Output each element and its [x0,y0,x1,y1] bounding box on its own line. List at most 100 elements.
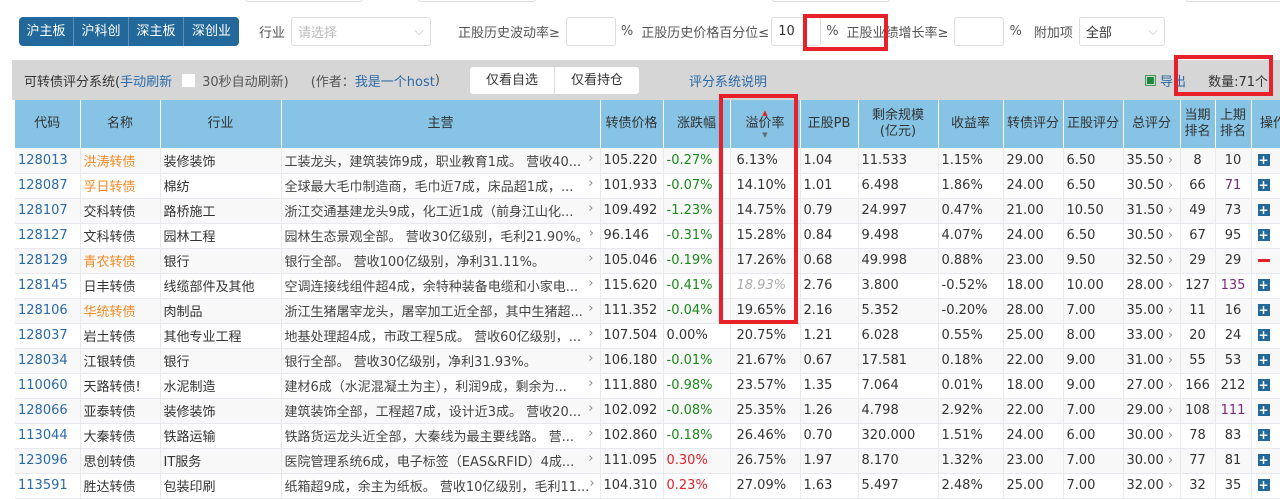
chevron-right-icon[interactable]: › [1168,278,1173,293]
bond-code[interactable]: 128066 [15,398,81,424]
add-watchlist-icon[interactable]: + [1257,204,1270,216]
table-row[interactable]: 128145 日丰转债 线缆部件及其他 空调连接线组件超4成，余特种装备电缆和小家电.… [15,273,1280,299]
bond-code[interactable]: 128127 [15,223,81,249]
chevron-right-icon[interactable]: › [1168,453,1173,468]
column-header[interactable]: 上期 排名 [1215,100,1252,148]
bond-code[interactable]: 113591 [15,473,81,499]
table-row[interactable]: 128013 洪涛转债 装修装饰 工装龙头，建筑装饰9成，职业教育1成。 营收40..… [15,148,1280,174]
add-watchlist-icon[interactable]: + [1257,229,1270,241]
bond-code[interactable]: 128129 [15,248,81,274]
column-header[interactable]: 代码 [15,100,81,148]
chevron-right-icon[interactable]: › [1168,303,1173,318]
chevron-right-icon[interactable]: › [588,251,593,270]
add-watchlist-icon[interactable]: + [1257,329,1270,341]
add-watchlist-icon[interactable]: + [1257,379,1270,391]
chevron-right-icon[interactable]: › [589,226,594,245]
table-row[interactable]: 128107 交科转债 路桥施工 浙江交通基建龙头9成，化工近1成（前身江山化... ›… [15,198,1280,224]
table-row[interactable]: 128106 华统转债 肉制品 浙江生猪屠宰龙头，屠宰加工近全部，其中生猪超... › 1… [15,298,1280,324]
manual-refresh-link[interactable]: 手动刷新 [120,71,172,90]
add-watchlist-icon[interactable]: + [1257,153,1270,166]
add-watchlist-icon[interactable]: + [1257,429,1270,441]
chevron-right-icon[interactable]: › [588,151,593,170]
chevron-right-icon[interactable]: › [588,351,593,370]
chevron-right-icon[interactable]: › [589,476,594,495]
table-row[interactable]: 128129 青农转债 银行 银行全部。 营收100亿级别，净利31.11%。 › 105… [15,248,1280,274]
table-row[interactable]: 128127 文科转债 园林工程 园林生态景观全部。 营收30亿级别，毛利21.90%… [15,223,1280,249]
chevron-right-icon[interactable]: › [1168,378,1173,393]
column-header[interactable]: 主营 [281,100,601,148]
industry-select[interactable]: 请选择 ⌵ [291,16,432,46]
table-row[interactable]: 113591 胜达转债 包装印刷 纸箱超9成，余主为纸板。 营收10亿级别，毛利11.… [15,473,1280,499]
table-row[interactable]: 123096 思创转债 IT服务 医院管理系统6成，电子标签（EAS&RFID）4成.… [15,448,1280,474]
remove-watchlist-icon[interactable] [1257,259,1270,262]
chevron-right-icon[interactable]: › [1168,328,1173,343]
bond-code[interactable]: 128106 [15,298,81,324]
chevron-right-icon[interactable]: › [588,426,593,445]
column-header[interactable]: 正股评分 [1063,100,1124,148]
bond-code[interactable]: 128037 [15,323,81,349]
chevron-right-icon[interactable]: › [1168,228,1173,243]
chevron-right-icon[interactable]: › [588,401,593,420]
column-header[interactable]: 操作 [1251,100,1280,148]
add-watchlist-icon[interactable]: + [1257,304,1270,316]
bond-code[interactable]: 128087 [15,173,81,199]
chevron-right-icon[interactable]: › [1168,153,1173,168]
chevron-right-icon[interactable]: › [588,451,593,470]
volatility-input[interactable] [565,16,616,46]
market-sz-gem[interactable]: 深创业 [184,17,239,46]
table-row[interactable]: 128034 江银转债 银行 银行全部。 营收30亿级别，净利31.93%。 › 106.… [15,348,1280,374]
column-header[interactable]: 名称 [80,100,161,148]
add-watchlist-icon[interactable]: + [1257,179,1270,191]
column-header[interactable]: 当期 排名 [1180,100,1216,148]
add-watchlist-icon[interactable]: + [1257,479,1270,491]
bond-code[interactable]: 123096 [15,448,81,474]
table-row[interactable]: 113044 大秦转债 铁路运输 铁路货运龙头近全部，大秦线为最主要线路。 营... ›… [15,423,1280,449]
chevron-right-icon[interactable]: › [1168,203,1173,218]
column-header[interactable]: 行业 [160,100,282,148]
column-header[interactable]: 正股PB [800,100,859,148]
only-watchlist-button[interactable]: 仅看自选 [470,66,555,94]
bond-code[interactable]: 113044 [15,423,81,449]
chevron-right-icon[interactable]: › [1168,478,1173,493]
chevron-right-icon[interactable]: › [588,301,593,320]
bond-code[interactable]: 128107 [15,198,81,224]
column-header[interactable]: 转债评分 [1003,100,1064,148]
market-sh-main[interactable]: 沪主板 [19,16,74,46]
chevron-right-icon[interactable]: › [588,176,593,195]
only-holdings-button[interactable]: 仅看持仓 [555,67,639,94]
growth-input[interactable] [954,16,1005,46]
chevron-right-icon[interactable]: › [1168,353,1173,368]
column-header[interactable]: 收益率 [938,100,1004,148]
chevron-right-icon[interactable]: › [1168,428,1173,443]
chevron-right-icon[interactable]: › [1168,403,1173,418]
add-watchlist-icon[interactable]: + [1257,404,1270,416]
add-watchlist-icon[interactable]: + [1257,279,1270,291]
bond-code[interactable]: 128013 [15,148,81,174]
bond-code[interactable]: 128145 [15,273,81,299]
add-watchlist-icon[interactable]: + [1257,454,1270,466]
yield: -0.20% [938,298,1004,324]
chevron-right-icon[interactable]: › [588,276,593,295]
excel-icon[interactable]: ▣ [1144,72,1157,88]
chevron-right-icon[interactable]: › [1168,178,1173,193]
column-header[interactable]: 总评分 [1123,100,1181,148]
extra-select[interactable]: 全部 ⌵ [1078,16,1165,46]
chevron-right-icon[interactable]: › [588,201,593,220]
market-sh-star[interactable]: 沪科创 [74,16,129,46]
auto-refresh-checkbox[interactable] [182,73,196,87]
table-row[interactable]: 128066 亚泰转债 装修装饰 建筑装饰全部，工程超7成，设计近3成。 营收20..… [15,398,1280,424]
score-doc-link[interactable]: 评分系统说明 [689,71,767,90]
market-sz-main[interactable]: 深主板 [129,16,184,46]
bond-code[interactable]: 110060 [15,373,81,399]
chevron-right-icon[interactable]: › [588,376,593,395]
bond-code[interactable]: 128034 [15,348,81,374]
table-row[interactable]: 110060 天路转债! 水泥制造 建材6成（水泥混凝土为主），利润9成，剩余为...… [15,373,1280,399]
chevron-right-icon[interactable]: › [588,326,593,345]
author-link[interactable]: 我是一个host [355,71,435,90]
column-header[interactable]: 剩余规模 (亿元) [858,100,939,148]
table-row[interactable]: 128037 岩土转债 其他专业工程 地基处理超4成，市政工程5成。 营收60亿级别，… [15,323,1280,349]
table-row[interactable]: 128087 孚日转债 棉纺 全球最大毛巾制造商，毛巾近7成，床品超1成，... › 10… [15,173,1280,199]
chevron-right-icon[interactable]: › [1168,253,1173,268]
add-watchlist-icon[interactable]: + [1257,354,1270,366]
column-header[interactable]: 转债价格 [600,100,664,148]
